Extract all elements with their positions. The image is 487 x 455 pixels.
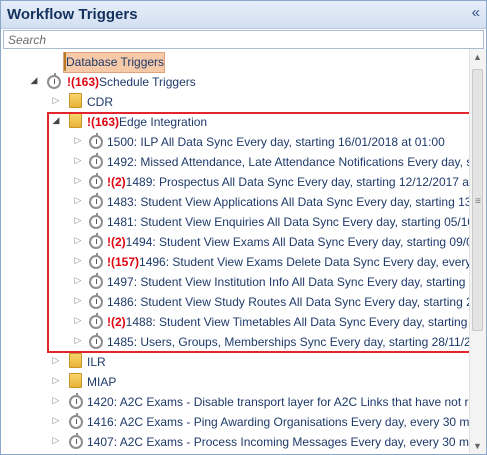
folder-icon [69,93,82,108]
scroll-thumb[interactable]: ≡ [472,69,483,331]
tree-item-label: Database Triggers [66,55,165,69]
alert-count: !(2) [107,315,126,329]
folder-icon [69,353,82,368]
expand-arrow-icon[interactable]: ▷ [73,155,83,166]
clock-icon [89,133,103,149]
tree-item-trigger[interactable]: ▷ 1481: Student View Enquiries All Data … [1,212,470,232]
tree-item-trigger[interactable]: ▷ 1486: Student View Study Routes All Da… [1,292,470,312]
clock-icon [89,233,103,249]
tree-item-trigger[interactable]: ▷ 1500: ILP All Data Sync Every day, sta… [1,132,470,152]
alert-count: !(157) [107,255,140,269]
collapse-icon[interactable]: « [472,4,480,21]
vertical-scrollbar[interactable]: ▲ ≡ ▼ [469,49,486,454]
expand-arrow-icon[interactable]: ▷ [51,435,61,446]
tree-item-trigger[interactable]: ▷ !(2)1494: Student View Exams All Data … [1,232,470,252]
tree-item-label: Edge Integration [119,115,208,129]
panel-header: Workflow Triggers « [1,1,486,29]
expand-arrow-icon[interactable]: ▷ [51,415,61,426]
tree-item-trigger[interactable]: ▷ !(157)1496: Student View Exams Delete … [1,252,470,272]
tree-item-label: 1489: Prospectus All Data Sync Every day… [125,175,470,189]
tree-item-label: 1500: ILP All Data Sync Every day, start… [107,135,445,149]
grip-icon: ≡ [475,196,481,207]
expand-arrow-icon[interactable]: ▷ [73,315,83,326]
tree-item-label: 1494: Student View Exams All Data Sync E… [125,235,470,249]
tree-item-label: 1486: Student View Study Routes All Data… [107,295,470,309]
clock-icon [47,73,61,89]
tree-item-label: 1420: A2C Exams - Disable transport laye… [87,395,470,409]
expand-arrow-icon[interactable]: ▷ [73,295,83,306]
panel-title: Workflow Triggers [7,6,138,23]
tree-item-trigger[interactable]: ▷ 1420: A2C Exams - Disable transport la… [1,392,470,412]
tree-item-label: MIAP [87,375,117,389]
clock-icon [89,273,103,289]
tree-item-label: ILR [87,355,106,369]
tree-item-trigger[interactable]: ▷ 1483: Student View Applications All Da… [1,192,470,212]
tree-item-trigger[interactable]: ▷ 1492: Missed Attendance, Late Attendan… [1,152,470,172]
clock-icon [89,193,103,209]
workflow-triggers-panel: Workflow Triggers « Database Triggers ◢ … [0,0,487,455]
expand-arrow-icon[interactable]: ▷ [73,335,83,346]
search-box[interactable] [3,30,484,49]
clock-icon [89,313,103,329]
alert-count: !(2) [107,175,126,189]
clock-icon [89,253,103,269]
folder-icon [69,113,82,128]
tree-item-label: 1416: A2C Exams - Ping Awarding Organisa… [87,415,470,429]
expand-arrow-icon[interactable]: ▷ [51,95,61,106]
expand-arrow-icon[interactable]: ▷ [51,395,61,406]
clock-icon [89,293,103,309]
tree-item-label: Schedule Triggers [99,75,196,89]
trigger-tree: Database Triggers ◢ !(163)Schedule Trigg… [1,49,470,454]
tree-item-database-triggers[interactable]: Database Triggers [63,52,166,73]
tree-item-schedule-triggers[interactable]: ◢ !(163)Schedule Triggers [1,72,470,92]
tree-item-cdr[interactable]: ▷ CDR [1,92,470,112]
tree-item-miap[interactable]: ▷ MIAP [1,372,470,392]
tree-item-label: 1481: Student View Enquiries All Data Sy… [107,215,470,229]
tree-item-ilr[interactable]: ▷ ILR [1,352,470,372]
clock-icon [69,433,83,449]
expand-arrow-icon[interactable]: ▷ [73,235,83,246]
tree-item-edge-integration[interactable]: ◢ !(163)Edge Integration [1,112,470,132]
tree-item-label: 1485: Users, Groups, Memberships Sync Ev… [107,335,470,349]
clock-icon [89,153,103,169]
collapse-arrow-icon[interactable]: ◢ [29,75,39,86]
expand-arrow-icon[interactable]: ▷ [51,375,61,386]
clock-icon [89,333,103,349]
search-input[interactable] [4,32,478,48]
tree-item-label: 1497: Student View Institution Info All … [107,275,470,289]
expand-arrow-icon[interactable]: ▷ [73,255,83,266]
clock-icon [89,173,103,189]
tree-item-trigger[interactable]: ▷ 1485: Users, Groups, Memberships Sync … [1,332,470,352]
expand-arrow-icon[interactable]: ▷ [73,175,83,186]
tree-item-trigger[interactable]: ▷ !(2)1488: Student View Timetables All … [1,312,470,332]
folder-icon [69,373,82,388]
tree-item-trigger[interactable]: ▷ !(2)1489: Prospectus All Data Sync Eve… [1,172,470,192]
collapse-arrow-icon[interactable]: ◢ [51,115,61,126]
tree-item-label: 1496: Student View Exams Delete Data Syn… [139,255,470,269]
clock-icon [69,393,83,409]
tree-item-trigger[interactable]: ▷ 1407: A2C Exams - Process Incoming Mes… [1,432,470,452]
tree-item-label: 1488: Student View Timetables All Data S… [125,315,470,329]
expand-arrow-icon[interactable]: ▷ [73,195,83,206]
expand-arrow-icon[interactable]: ▷ [73,135,83,146]
alert-count: !(2) [107,235,126,249]
tree-item-label: 1483: Student View Applications All Data… [107,195,470,209]
tree-item-trigger[interactable]: ▷ 1416: A2C Exams - Ping Awarding Organi… [1,412,470,432]
tree-item-label: 1407: A2C Exams - Process Incoming Messa… [87,435,470,449]
tree-item-trigger[interactable]: ▷ 1497: Student View Institution Info Al… [1,272,470,292]
clock-icon [89,213,103,229]
scroll-up-icon[interactable]: ▲ [473,52,482,62]
clock-icon [69,413,83,429]
scroll-down-icon[interactable]: ▼ [473,441,482,451]
tree-item-label: 1492: Missed Attendance, Late Attendance… [107,155,470,169]
alert-count: !(163) [67,75,100,89]
tree-item-label: CDR [87,95,113,109]
alert-count: !(163) [87,115,120,129]
expand-arrow-icon[interactable]: ▷ [51,355,61,366]
expand-arrow-icon[interactable]: ▷ [73,275,83,286]
expand-arrow-icon[interactable]: ▷ [73,215,83,226]
